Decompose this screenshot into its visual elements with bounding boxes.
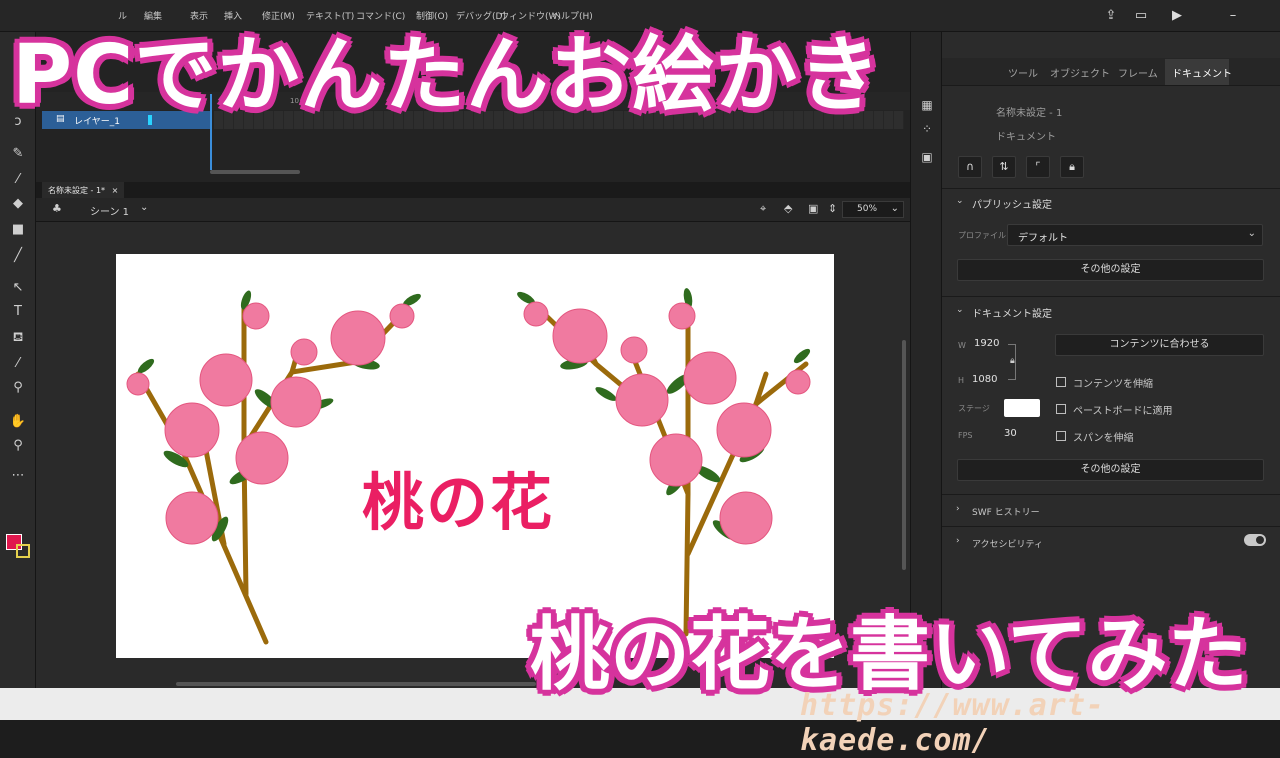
profile-select[interactable]: デフォルト ⌄ <box>1007 224 1263 246</box>
stage-title-text[interactable]: 桃の花 <box>362 452 554 542</box>
scale-content-label: コンテンツを伸縮 <box>1073 379 1153 390</box>
subselect-tool-icon[interactable]: ↖ <box>8 278 28 298</box>
scene-label[interactable]: シーン 1 <box>90 203 129 218</box>
chevron-down-icon[interactable]: ⌄ <box>956 196 964 206</box>
height-value[interactable]: 1080 <box>972 374 997 385</box>
link-icon[interactable]: 🔒︎ <box>1010 356 1015 366</box>
fill-color-swatch[interactable] <box>16 544 30 558</box>
chevron-down-icon: ⌄ <box>1247 228 1256 239</box>
apply-pasteboard-checkbox[interactable] <box>1056 404 1066 414</box>
profile-value: デフォルト <box>1018 233 1068 244</box>
close-icon[interactable]: × <box>112 186 119 195</box>
fps-value[interactable]: 30 <box>1004 428 1017 439</box>
divider <box>942 494 1280 495</box>
width-label: W <box>958 341 966 350</box>
tab-tool[interactable]: ツール <box>1008 65 1038 80</box>
divider <box>942 526 1280 527</box>
document-type: ドキュメント <box>996 132 1056 143</box>
chevron-right-icon[interactable]: › <box>956 536 960 546</box>
stage-horizontal-scrollbar[interactable] <box>176 682 536 686</box>
brush-tool-icon[interactable]: ⁄ <box>8 170 28 190</box>
clip-stage-icon[interactable]: ▣ <box>808 202 818 215</box>
tab-frame[interactable]: フレーム <box>1118 65 1158 80</box>
scene-edit-icon[interactable]: ♣ <box>52 202 62 215</box>
tab-object[interactable]: オブジェクト <box>1050 65 1110 80</box>
fps-label: FPS <box>958 431 973 440</box>
zoom-tool-icon[interactable]: ⚲ <box>8 436 28 456</box>
zoom-select[interactable]: 50% ⌄ <box>842 201 904 218</box>
document-tab[interactable]: 名称未設定 - 1* × <box>42 182 125 198</box>
divider <box>942 188 1280 189</box>
document-tab-label: 名称未設定 - 1* <box>48 186 106 195</box>
more-tools-icon[interactable]: ⋯ <box>8 466 28 486</box>
divider <box>942 296 1280 297</box>
eyedropper-tool-icon[interactable]: ⁄ <box>8 354 28 374</box>
align-icon[interactable]: ⇅ <box>992 156 1016 178</box>
document-more-settings-button[interactable]: その他の設定 <box>957 459 1264 481</box>
lock-icon[interactable]: 🔒︎ <box>1060 156 1084 178</box>
pin-tool-icon[interactable]: ⚲ <box>8 378 28 398</box>
watermark-url: https://www.art-kaede.com/ <box>800 688 1105 758</box>
play-icon[interactable]: ▶ <box>1168 7 1186 25</box>
caption-top: PCでかんたんお絵かき <box>12 28 882 123</box>
stage-color-swatch[interactable] <box>1004 399 1040 417</box>
share-icon[interactable]: ⇪ <box>1102 7 1120 25</box>
eraser-tool-icon[interactable]: ◆ <box>8 194 28 214</box>
zoom-value: 50% <box>857 204 878 214</box>
assets-icon[interactable]: ⁘ <box>919 122 935 138</box>
chevron-right-icon[interactable]: › <box>956 504 960 514</box>
rectangle-tool-icon[interactable]: ■ <box>8 220 28 240</box>
accessibility-heading[interactable]: アクセシビリティ <box>972 537 1043 550</box>
document-settings-heading[interactable]: ドキュメント設定 <box>972 305 1052 320</box>
scale-content-checkbox[interactable] <box>1056 377 1066 387</box>
accessibility-toggle[interactable] <box>1244 534 1266 546</box>
swf-history-heading[interactable]: SWF ヒストリー <box>972 505 1040 518</box>
line-tool-icon[interactable]: ╱ <box>8 246 28 266</box>
document-name: 名称未設定 - 1 <box>996 108 1063 119</box>
apply-pasteboard-label: ペーストボードに適用 <box>1073 406 1173 417</box>
corner-icon[interactable]: ⌜ <box>1026 156 1050 178</box>
timeline-scrollbar[interactable] <box>210 170 300 174</box>
height-label: H <box>958 376 965 385</box>
magnet-icon[interactable]: ∩ <box>958 156 982 178</box>
publish-settings-heading[interactable]: パブリッシュ設定 <box>972 196 1052 211</box>
scene-bar <box>36 198 910 222</box>
tab-document[interactable]: ドキュメント <box>1172 65 1232 80</box>
hand-tool-icon[interactable]: ✋ <box>8 412 28 432</box>
edit-symbol-icon[interactable]: ⬘ <box>784 202 792 215</box>
stage-label: ステージ <box>958 404 990 413</box>
paint-bucket-tool-icon[interactable]: ⛾ <box>8 328 28 348</box>
zoom-stepper-icon[interactable]: ⇕ <box>828 202 837 215</box>
paint-brush-tool-icon[interactable]: ✎ <box>8 144 28 164</box>
tool-bar: ↄ ✎ ⁄ ◆ ■ ╱ ↖ T ⛾ ⁄ ⚲ ✋ ⚲ ⋯ <box>0 32 36 688</box>
scale-spans-label: スパンを伸縮 <box>1073 433 1134 444</box>
library-icon[interactable]: ▦ <box>919 98 935 114</box>
scale-spans-checkbox[interactable] <box>1056 431 1066 441</box>
chevron-down-icon: ⌄ <box>890 203 899 214</box>
center-stage-icon[interactable]: ⌖ <box>760 202 766 216</box>
width-value[interactable]: 1920 <box>974 338 999 349</box>
profile-label: プロファイル <box>958 231 1006 240</box>
chevron-down-icon[interactable]: ⌄ <box>140 202 148 213</box>
chevron-down-icon[interactable]: ⌄ <box>956 305 964 315</box>
text-tool-icon[interactable]: T <box>8 302 28 322</box>
fit-to-contents-button[interactable]: コンテンツに合わせる <box>1055 334 1264 356</box>
workspace-icon[interactable]: ▭ <box>1132 7 1150 25</box>
minimize-icon[interactable]: – <box>1224 7 1242 25</box>
document-tab-bar <box>36 182 910 198</box>
publish-more-settings-button[interactable]: その他の設定 <box>957 259 1264 281</box>
stage-vertical-scrollbar[interactable] <box>902 340 906 570</box>
frame-picker-icon[interactable]: ▣ <box>919 150 935 166</box>
